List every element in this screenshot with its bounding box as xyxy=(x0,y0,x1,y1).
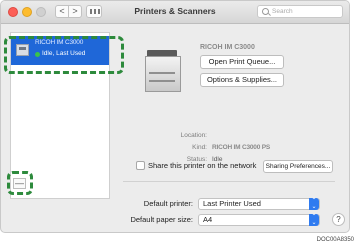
default-paper-size-value: A4 xyxy=(203,215,213,224)
help-button[interactable]: ? xyxy=(332,213,345,226)
callout-highlight-remove xyxy=(7,171,33,195)
default-printer-value: Last Printer Used xyxy=(203,199,261,208)
title-bar: < > Printers & Scanners Search xyxy=(1,1,349,24)
kind-value: RICOH IM C3000 PS xyxy=(212,144,271,151)
location-label: Location: xyxy=(180,132,207,139)
printers-scanners-window: < > Printers & Scanners Search RICOH IM … xyxy=(0,0,350,233)
divider xyxy=(123,181,335,182)
open-print-queue-button[interactable]: Open Print Queue... xyxy=(200,55,284,69)
kind-label: Kind: xyxy=(192,144,207,151)
sharing-preferences-button[interactable]: Sharing Preferences... xyxy=(263,160,333,173)
default-paper-size-select[interactable]: A4 ⌃ ⌄ xyxy=(198,214,320,226)
figure-caption: DOC00A8350 xyxy=(316,237,354,243)
printer-name: RICOH IM C3000 xyxy=(200,44,255,51)
default-printer-select[interactable]: Last Printer Used ⌃ ⌄ xyxy=(198,198,320,210)
default-paper-size-label: Default paper size: xyxy=(130,215,193,224)
printer-icon xyxy=(143,47,183,97)
popup-arrows-icon: ⌃ ⌄ xyxy=(309,198,319,210)
share-printer-checkbox[interactable] xyxy=(136,161,145,170)
search-field[interactable]: Search xyxy=(257,5,343,18)
popup-arrows-icon: ⌃ ⌄ xyxy=(309,214,319,226)
search-icon xyxy=(262,8,269,15)
callout-highlight-printer xyxy=(4,36,124,74)
share-printer-label: Share this printer on the network xyxy=(148,161,257,170)
search-placeholder: Search xyxy=(272,8,293,15)
default-printer-label: Default printer: xyxy=(143,199,193,208)
options-supplies-button[interactable]: Options & Supplies... xyxy=(200,73,284,87)
